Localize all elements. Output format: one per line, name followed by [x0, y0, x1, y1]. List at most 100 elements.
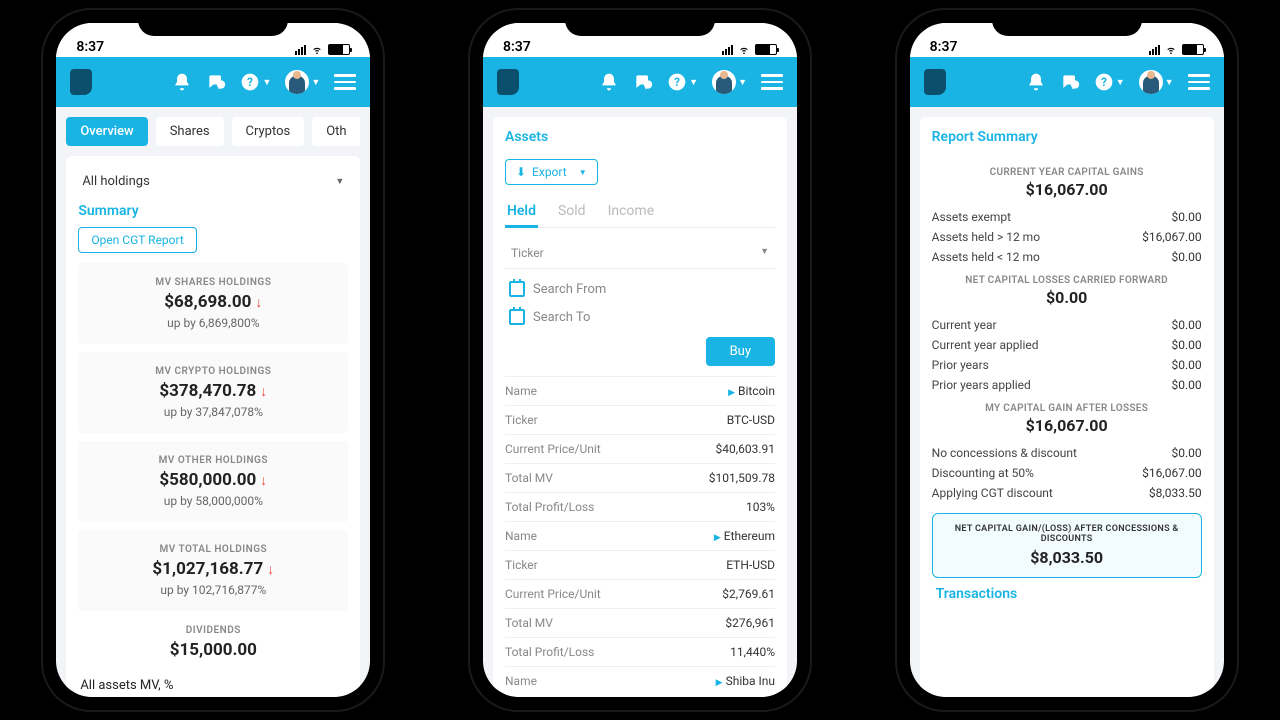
help-icon[interactable]: ?▼	[240, 72, 271, 92]
tab-shares[interactable]: Shares	[156, 117, 224, 146]
metric-label: MV OTHER HOLDINGS	[88, 455, 338, 466]
asset-row-label: Total Profit/Loss	[505, 645, 594, 659]
asset-row: Name▶ Ethereum	[505, 521, 775, 550]
notch	[565, 10, 715, 36]
search-from-input[interactable]: Search From	[505, 275, 775, 303]
phone-overview: 8:37 ?▼ ▼ Overview Shares Cryptos Ot	[43, 10, 383, 710]
report-row: Discounting at 50%$16,067.00	[932, 463, 1202, 483]
asset-row: Total Profit/Loss103%	[505, 492, 775, 521]
s1-rows: Assets exempt$0.00Assets held > 12 mo$16…	[932, 207, 1202, 267]
arrow-down-icon: ↓	[260, 472, 267, 489]
report-row: Applying CGT discount$8,033.50	[932, 483, 1202, 503]
subtab-held[interactable]: Held	[505, 197, 538, 228]
export-button[interactable]: ⬇ Export ▼	[505, 159, 598, 185]
chat-icon[interactable]	[206, 72, 226, 92]
subtab-sold[interactable]: Sold	[556, 197, 588, 227]
avatar-menu[interactable]: ▼	[1139, 70, 1174, 94]
tab-overview[interactable]: Overview	[66, 117, 147, 146]
open-cgt-button[interactable]: Open CGT Report	[78, 227, 196, 253]
chat-icon[interactable]	[1060, 72, 1080, 92]
asset-row-label: Name	[505, 674, 537, 688]
s3-rows: No concessions & discount$0.00Discountin…	[932, 443, 1202, 503]
report-row: Assets held > 12 mo$16,067.00	[932, 227, 1202, 247]
help-icon[interactable]: ?▼	[1094, 72, 1125, 92]
asset-row-value: $276,961	[725, 616, 775, 630]
chat-icon[interactable]	[633, 72, 653, 92]
expand-icon[interactable]: ▶	[714, 533, 721, 543]
asset-row-label: Total Profit/Loss	[505, 500, 594, 514]
report-row-value: $0.00	[1172, 318, 1202, 332]
asset-row-label: Ticker	[505, 558, 538, 572]
menu-icon[interactable]	[334, 74, 356, 90]
report-row-value: $16,067.00	[1142, 466, 1201, 480]
svg-text:?: ?	[674, 75, 680, 89]
notch	[138, 10, 288, 36]
asset-row: Name▶ Bitcoin	[505, 376, 775, 405]
avatar-menu[interactable]: ▼	[285, 70, 320, 94]
arrow-down-icon: ↓	[255, 294, 262, 311]
asset-row-label: Current Price/Unit	[505, 442, 601, 456]
app-logo[interactable]	[924, 69, 946, 95]
metric-dividends: DIVIDENDS $15,000.00	[78, 619, 348, 666]
tab-other[interactable]: Oth	[312, 117, 360, 146]
asset-row-value: ▶ Bitcoin	[728, 384, 775, 398]
arrow-down-icon: ↓	[267, 561, 274, 578]
metric-shares: MV SHARES HOLDINGS $68,698.00↓ up by 6,8…	[78, 263, 348, 344]
asset-row-value: 11,440%	[730, 645, 775, 659]
metric-sub: up by 37,847,078%	[88, 405, 338, 419]
phone-assets: 8:37 ?▼ ▼ Assets ⬇ Export	[470, 10, 810, 710]
svg-text:?: ?	[1101, 75, 1107, 89]
net-value: $8,033.50	[943, 548, 1191, 567]
menu-icon[interactable]	[761, 74, 783, 90]
asset-row: TickerETH-USD	[505, 550, 775, 579]
s2-title: NET CAPITAL LOSSES CARRIED FORWARD	[932, 275, 1202, 286]
metric-value: $1,027,168.77	[152, 559, 263, 579]
asset-row: Name ▶ Shiba Inu	[505, 666, 775, 695]
ticker-label: Ticker	[511, 246, 544, 260]
asset-row-value: BTC-USD	[727, 413, 775, 427]
avatar-menu[interactable]: ▼	[712, 70, 747, 94]
metric-value: $15,000.00	[170, 640, 257, 660]
bell-icon[interactable]	[172, 72, 192, 92]
report-row-label: Current year	[932, 318, 997, 332]
report-row-label: No concessions & discount	[932, 446, 1077, 460]
net-gain-box: NET CAPITAL GAIN/(LOSS) AFTER CONCESSION…	[932, 513, 1202, 578]
ticker-select[interactable]: Ticker ▼	[505, 238, 775, 269]
report-row: Current year $0.00	[932, 315, 1202, 335]
transactions-link[interactable]: Transactions	[932, 578, 1202, 602]
subtab-income[interactable]: Income	[606, 197, 657, 227]
report-row-label: Prior years applied	[932, 378, 1031, 392]
expand-icon[interactable]: ▶	[716, 678, 723, 688]
asset-row: Total MV$101,509.78	[505, 463, 775, 492]
buy-button[interactable]: Buy	[706, 337, 775, 366]
report-row: Assets exempt$0.00	[932, 207, 1202, 227]
asset-row-label: Current Price/Unit	[505, 587, 601, 601]
bell-icon[interactable]	[599, 72, 619, 92]
tab-cryptos[interactable]: Cryptos	[232, 117, 305, 146]
assets-title: Assets	[505, 129, 775, 145]
metric-value: $68,698.00	[164, 292, 251, 312]
metric-other: MV OTHER HOLDINGS $580,000.00↓ up by 58,…	[78, 441, 348, 522]
asset-row-value: $101,509.78	[709, 471, 775, 485]
app-logo[interactable]	[497, 69, 519, 95]
asset-row-label: Name	[505, 529, 537, 543]
holdings-dropdown[interactable]: All holdings ▼	[78, 168, 348, 199]
report-title: Report Summary	[932, 129, 1202, 145]
app-logo[interactable]	[70, 69, 92, 95]
wifi-icon	[737, 45, 751, 55]
status-time: 8:37	[930, 39, 958, 55]
s3-title: MY CAPITAL GAIN AFTER LOSSES	[932, 403, 1202, 414]
svg-text:?: ?	[248, 75, 254, 89]
help-icon[interactable]: ?▼	[667, 72, 698, 92]
chevron-down-icon: ▼	[579, 168, 587, 177]
report-row-label: Assets held > 12 mo	[932, 230, 1040, 244]
maintabs: Overview Shares Cryptos Oth	[66, 117, 360, 146]
menu-icon[interactable]	[1188, 74, 1210, 90]
bell-icon[interactable]	[1026, 72, 1046, 92]
expand-icon[interactable]: ▶	[728, 388, 735, 398]
metric-value: $580,000.00	[159, 470, 256, 490]
report-row-label: Prior years	[932, 358, 989, 372]
asset-row-value: ▶ Shiba Inu	[716, 674, 775, 688]
net-title: NET CAPITAL GAIN/(LOSS) AFTER CONCESSION…	[943, 524, 1191, 544]
search-to-input[interactable]: Search To	[505, 303, 775, 331]
